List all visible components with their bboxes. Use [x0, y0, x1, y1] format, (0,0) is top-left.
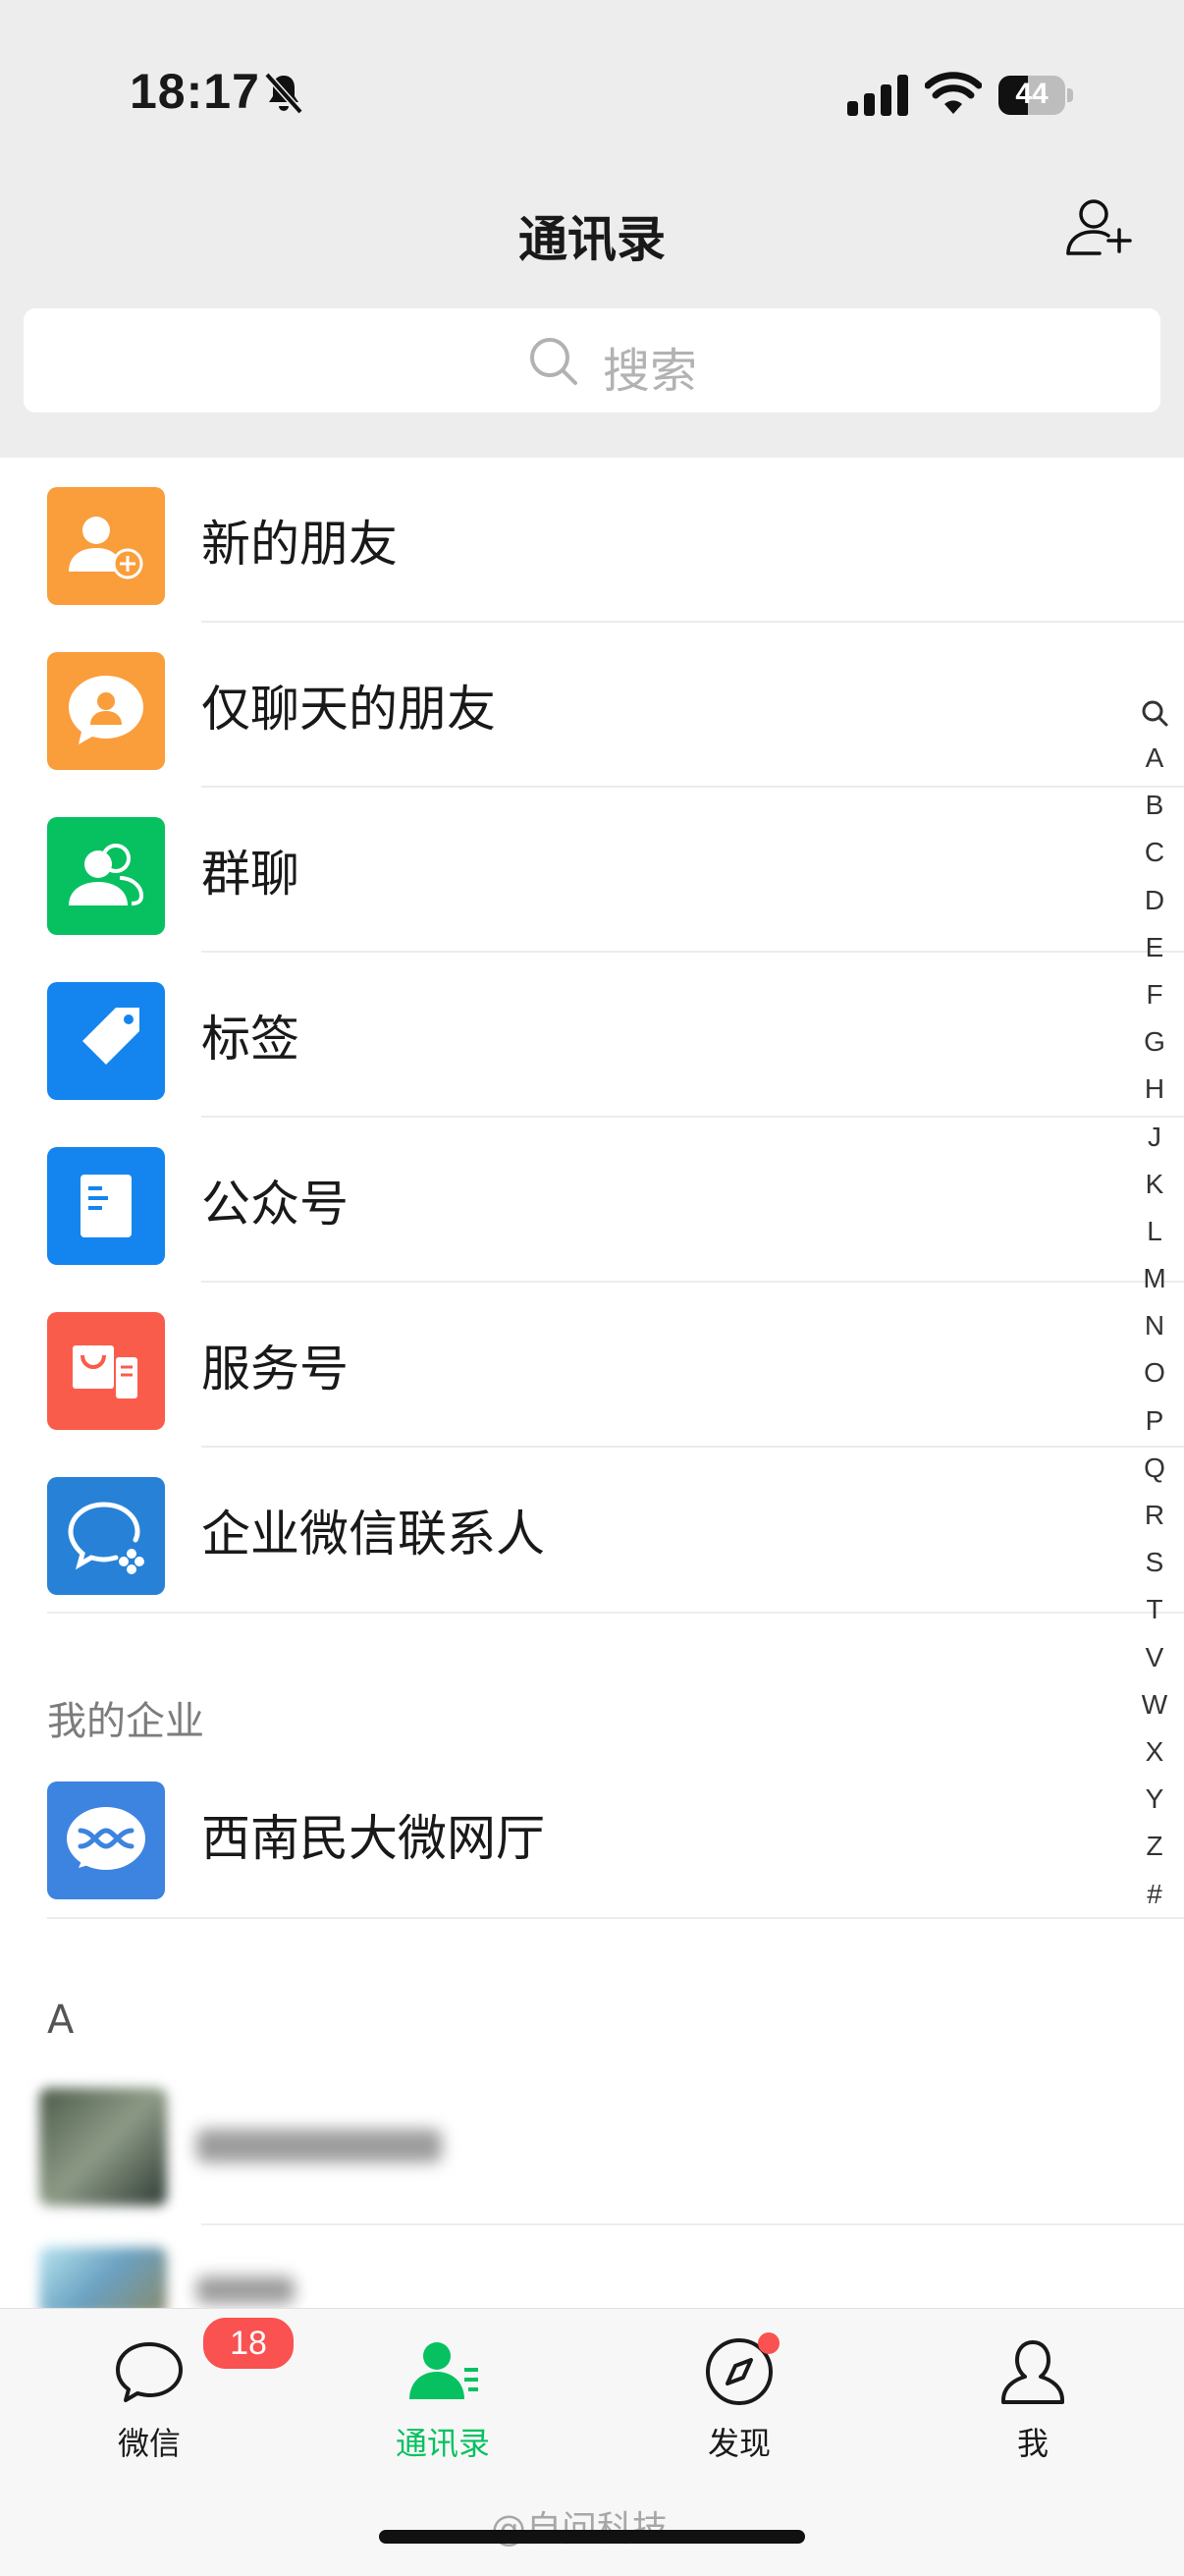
divider	[47, 1917, 1184, 1919]
menu-item-label: 标签	[201, 1011, 299, 1068]
battery-icon: 44	[998, 76, 1073, 115]
index-letter[interactable]: L	[1139, 1208, 1170, 1255]
divider	[47, 1612, 1184, 1614]
menu-item-wecom-contacts[interactable]: 企业微信联系人	[0, 1448, 1184, 1613]
tab-label: 我	[1016, 2425, 1049, 2462]
person-icon	[1001, 2340, 1064, 2404]
index-letter[interactable]: #	[1139, 1871, 1170, 1918]
contact-name-blurred	[196, 2129, 442, 2163]
tab-label: 微信	[117, 2425, 181, 2462]
service-account-icon	[47, 1312, 165, 1430]
tab-label: 通讯录	[395, 2425, 490, 2462]
index-letter[interactable]: N	[1139, 1302, 1170, 1349]
tag-icon	[47, 982, 165, 1100]
discover-new-dot	[758, 2332, 780, 2354]
group-chat-icon	[47, 817, 165, 935]
menu-item-chat-only-friends[interactable]: 仅聊天的朋友	[0, 623, 1184, 788]
index-letter[interactable]: B	[1139, 782, 1170, 829]
menu-item-label: 群聊	[201, 846, 299, 903]
index-letter[interactable]: J	[1139, 1114, 1170, 1161]
index-letter[interactable]: P	[1139, 1398, 1170, 1445]
wecom-contacts-icon	[47, 1477, 165, 1595]
index-letter[interactable]: S	[1139, 1539, 1170, 1586]
index-letter[interactable]: G	[1139, 1018, 1170, 1066]
contact-avatar	[39, 2247, 167, 2316]
battery-percent: 44	[1015, 78, 1049, 110]
index-letter[interactable]: H	[1139, 1066, 1170, 1113]
index-letter[interactable]: X	[1139, 1728, 1170, 1776]
watermark-text: @自问科技	[491, 2500, 668, 2551]
index-letter[interactable]: W	[1139, 1681, 1170, 1728]
index-letter[interactable]: D	[1139, 877, 1170, 924]
enterprise-item[interactable]: 西南民大微网厅	[0, 1752, 1184, 1917]
tab-label: 发现	[707, 2425, 771, 2462]
menu-item-service-accounts[interactable]: 服务号	[0, 1283, 1184, 1448]
menu-item-label: 企业微信联系人	[201, 1506, 545, 1562]
alphabet-index-bar[interactable]: A B C D E F G H J K L M N O P Q R S T V W X Y Z #	[1139, 689, 1170, 1918]
contact-row[interactable]	[0, 2060, 1184, 2225]
contact-avatar	[39, 2088, 167, 2206]
index-letter[interactable]: C	[1139, 829, 1170, 876]
menu-item-new-friends[interactable]: 新的朋友	[0, 458, 1184, 623]
unread-badge: 18	[200, 2315, 296, 2372]
index-letter[interactable]: T	[1139, 1586, 1170, 1633]
tab-me[interactable]: 我	[925, 2309, 1141, 2505]
contact-name-blurred	[196, 2276, 295, 2304]
chat-bubble-icon	[116, 2342, 183, 2402]
add-friend-icon[interactable]	[1064, 196, 1135, 259]
contacts-icon	[409, 2342, 478, 2399]
search-placeholder: 搜索	[603, 344, 698, 399]
cellular-signal-icon	[847, 75, 908, 116]
search-input[interactable]: 搜索	[24, 308, 1160, 412]
index-letter[interactable]: R	[1139, 1492, 1170, 1539]
menu-item-group-chat[interactable]: 群聊	[0, 788, 1184, 953]
index-letter[interactable]: Q	[1139, 1445, 1170, 1492]
enterprise-item-label: 西南民大微网厅	[201, 1810, 545, 1867]
search-area: 搜索	[0, 293, 1184, 458]
tab-discover[interactable]: 发现	[631, 2309, 847, 2505]
chat-only-friends-icon	[47, 652, 165, 770]
home-indicator[interactable]	[379, 2530, 805, 2544]
index-letter[interactable]: F	[1139, 971, 1170, 1018]
menu-item-label: 服务号	[201, 1341, 349, 1398]
menu-item-label: 新的朋友	[201, 516, 398, 573]
index-letter[interactable]: V	[1139, 1634, 1170, 1681]
nav-bar: 通讯录	[0, 167, 1184, 293]
enterprise-logo-icon	[47, 1781, 165, 1899]
status-time: 18:17	[130, 64, 260, 119]
index-letter[interactable]: E	[1139, 924, 1170, 971]
menu-item-label: 仅聊天的朋友	[201, 681, 496, 738]
index-letter[interactable]: O	[1139, 1349, 1170, 1397]
new-friends-icon	[47, 487, 165, 605]
section-header-letter: A	[47, 1998, 75, 2043]
search-icon	[530, 338, 577, 385]
index-letter[interactable]: Y	[1139, 1776, 1170, 1823]
bell-muted-icon	[264, 72, 303, 115]
index-search-icon[interactable]	[1139, 689, 1170, 735]
section-header-enterprise: 我的企业	[47, 1699, 204, 1744]
page-title: 通讯录	[518, 211, 666, 268]
menu-item-tags[interactable]: 标签	[0, 953, 1184, 1118]
status-bar: 18:17 44	[0, 0, 1184, 167]
index-letter[interactable]: Z	[1139, 1823, 1170, 1870]
menu-item-label: 公众号	[201, 1176, 349, 1233]
official-account-icon	[47, 1147, 165, 1265]
tab-contacts[interactable]: 通讯录	[335, 2309, 551, 2505]
index-letter[interactable]: K	[1139, 1161, 1170, 1208]
menu-item-official-accounts[interactable]: 公众号	[0, 1118, 1184, 1283]
tab-chats[interactable]: 18 微信	[41, 2309, 296, 2505]
index-letter[interactable]: A	[1139, 735, 1170, 782]
index-letter[interactable]: M	[1139, 1255, 1170, 1302]
wifi-icon	[925, 72, 982, 114]
